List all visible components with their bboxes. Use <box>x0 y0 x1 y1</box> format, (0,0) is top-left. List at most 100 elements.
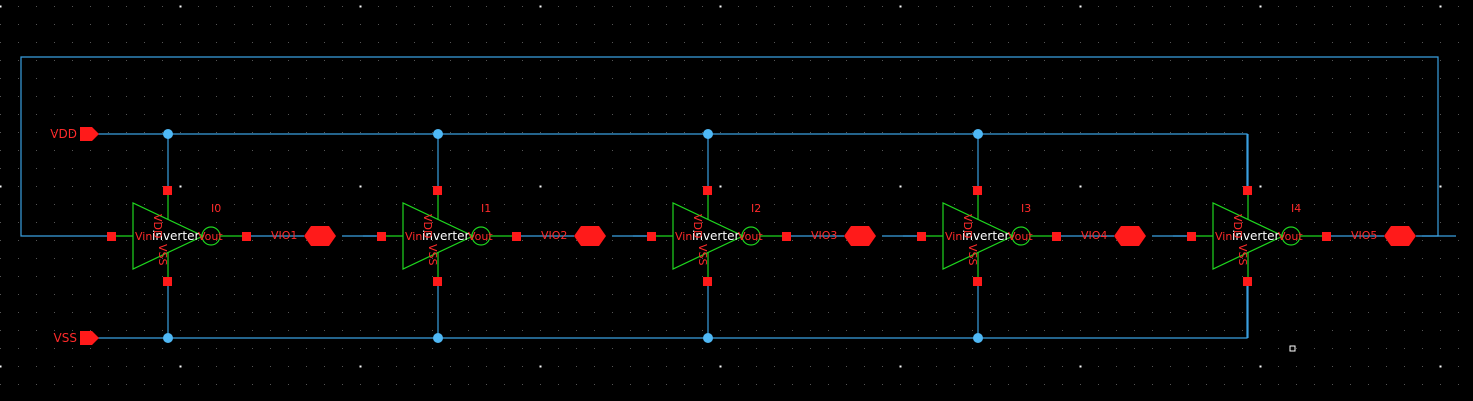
grid-dot <box>1296 294 1297 295</box>
grid-dot <box>1224 276 1225 277</box>
vout-pin-marker[interactable] <box>782 232 791 241</box>
grid-dot <box>522 6 523 7</box>
vout-pin-marker[interactable] <box>512 232 521 241</box>
grid-dot <box>360 258 361 259</box>
grid-dot <box>1206 24 1207 25</box>
vss-pin-marker[interactable] <box>1243 277 1252 286</box>
net-label-marker[interactable] <box>844 226 876 246</box>
grid-dot <box>972 204 973 205</box>
grid-dot <box>1386 42 1387 43</box>
schematic-svg[interactable]: I0Vin inverterVoutVDDVSSVIO1I1Vin inverter… <box>0 0 1473 401</box>
grid-dot <box>900 294 901 295</box>
grid-dot <box>342 276 343 277</box>
grid-dot <box>522 258 523 259</box>
grid-dot <box>1332 384 1333 385</box>
net-label-marker[interactable] <box>1114 226 1146 246</box>
vin-pin-marker[interactable] <box>377 232 386 241</box>
grid-dot <box>252 294 253 295</box>
grid-dot <box>792 96 793 97</box>
grid-dot <box>1458 150 1459 151</box>
vdd-pin-marker[interactable] <box>703 186 712 195</box>
vss-port[interactable]: VSS <box>54 331 99 345</box>
vout-pin-marker[interactable] <box>1052 232 1061 241</box>
grid-dot <box>774 222 775 223</box>
grid-dot <box>468 204 469 205</box>
vdd-pin-marker[interactable] <box>1243 186 1252 195</box>
vin-pin-marker[interactable] <box>647 232 656 241</box>
vdd-rail[interactable] <box>96 133 1248 187</box>
vout-pin-marker[interactable] <box>1322 232 1331 241</box>
wires[interactable] <box>20 56 1456 339</box>
grid-dot <box>1206 204 1207 205</box>
grid-dot <box>504 312 505 313</box>
grid-dot <box>36 186 37 187</box>
vout-pin-marker[interactable] <box>242 232 251 241</box>
grid-major-dot <box>359 185 362 188</box>
grid-dot <box>684 60 685 61</box>
grid-dot <box>396 24 397 25</box>
grid-dot <box>1026 42 1027 43</box>
grid-dot <box>1008 24 1009 25</box>
grid-dot <box>0 222 1 223</box>
grid-dot <box>846 312 847 313</box>
vdd-pin-marker[interactable] <box>163 186 172 195</box>
net-label-marker[interactable] <box>304 226 336 246</box>
grid-dot <box>1278 24 1279 25</box>
grid-dot <box>576 168 577 169</box>
vss-rail[interactable] <box>96 284 1248 339</box>
grid-dot <box>684 294 685 295</box>
grid-dot <box>630 96 631 97</box>
grid-dot <box>576 6 577 7</box>
grid-dot <box>864 222 865 223</box>
grid-dot <box>234 276 235 277</box>
grid-dot <box>396 6 397 7</box>
grid-dot <box>414 42 415 43</box>
grid-dot <box>1116 204 1117 205</box>
vss-pin-marker[interactable] <box>703 277 712 286</box>
vin-pin-marker[interactable] <box>1187 232 1196 241</box>
grid-dot <box>756 42 757 43</box>
net-label-marker[interactable] <box>574 226 606 246</box>
grid-dot <box>378 132 379 133</box>
grid-dot <box>414 114 415 115</box>
grid-dot <box>810 222 811 223</box>
grid-dot <box>630 114 631 115</box>
schematic-canvas[interactable]: I0 Vin inverter Vout VDD VSS VIO1 I1 Vin inverter… <box>0 0 1473 401</box>
grid-dot <box>1152 330 1153 331</box>
grid-dot <box>270 60 271 61</box>
grid-dot <box>1044 258 1045 259</box>
grid-dot <box>774 366 775 367</box>
grid-dot <box>180 132 181 133</box>
grid-dot <box>1062 24 1063 25</box>
grid-dot <box>1296 276 1297 277</box>
grid-dot <box>720 168 721 169</box>
grid-dot <box>396 312 397 313</box>
grid-dot <box>954 6 955 7</box>
vin-pin-marker[interactable] <box>917 232 926 241</box>
grid-dot <box>1314 186 1315 187</box>
grid-dot <box>918 330 919 331</box>
grid-dot <box>306 312 307 313</box>
grid-dot <box>1386 78 1387 79</box>
grid-dot <box>468 150 469 151</box>
grid-dot <box>720 96 721 97</box>
grid-dot <box>270 294 271 295</box>
grid-dot <box>1440 96 1441 97</box>
grid-dot <box>702 24 703 25</box>
vdd-pin-marker[interactable] <box>973 186 982 195</box>
vss-pin-marker[interactable] <box>973 277 982 286</box>
grid-dot <box>234 6 235 7</box>
grid-dot <box>270 330 271 331</box>
grid-dot <box>1062 6 1063 7</box>
vss-pin-marker[interactable] <box>433 277 442 286</box>
grid-dot <box>828 312 829 313</box>
vdd-port[interactable]: VDD <box>50 127 99 141</box>
vdd-pin-marker[interactable] <box>433 186 442 195</box>
grid-dot <box>774 150 775 151</box>
grid-dot <box>1170 24 1171 25</box>
vss-pin-marker[interactable] <box>163 277 172 286</box>
grid-dot <box>1188 366 1189 367</box>
grid-dot <box>1368 258 1369 259</box>
net-label-marker[interactable] <box>1384 226 1416 246</box>
feedback-input-marker[interactable] <box>107 232 116 241</box>
